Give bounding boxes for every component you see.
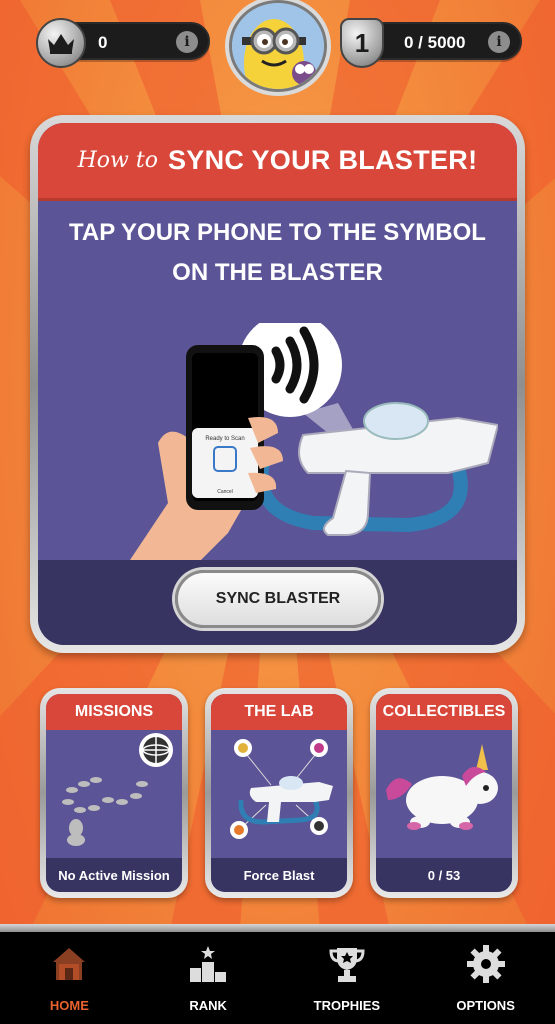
crown-icon	[36, 18, 86, 68]
nav-home[interactable]: HOME	[0, 932, 139, 1024]
rank-info-icon[interactable]: i	[488, 31, 510, 53]
rank-level: 1	[354, 27, 370, 58]
missions-card-title: MISSIONS	[46, 694, 182, 730]
nav-options[interactable]: OPTIONS	[416, 932, 555, 1024]
missions-card[interactable]: MISSIONS No Active Mission	[40, 688, 188, 898]
sync-card-title-prefix: How to	[77, 148, 158, 173]
nav-divider	[0, 924, 555, 932]
the-lab-card-status: Force Blast	[211, 858, 347, 892]
avatar[interactable]	[229, 0, 327, 92]
blaster-icon	[254, 402, 498, 536]
sync-blaster-card: How to SYNC YOUR BLASTER! TAP YOUR PHONE…	[30, 115, 525, 653]
trophy-icon	[325, 942, 369, 986]
crowns-counter: 0 i	[36, 18, 210, 68]
rank-progress: 1 0 / 5000 i	[340, 18, 522, 68]
crowns-info-icon[interactable]: i	[176, 31, 198, 53]
sync-instruction: TAP YOUR PHONE TO THE SYMBOL ON THE BLAS…	[69, 219, 486, 286]
minion-avatar-icon	[232, 3, 324, 89]
sync-illustration: Ready to Scan Cancel	[128, 323, 498, 563]
shield-icon: 1	[340, 18, 384, 68]
nav-rank[interactable]: RANK	[139, 932, 278, 1024]
the-lab-card-title: THE LAB	[211, 694, 347, 730]
nav-home-label: HOME	[49, 998, 89, 1013]
globe-icon	[139, 733, 173, 767]
sync-card-title: SYNC YOUR BLASTER!	[167, 145, 478, 175]
missions-card-status: No Active Mission	[46, 858, 182, 892]
nav-options-label: OPTIONS	[456, 998, 515, 1013]
sync-blaster-button[interactable]: SYNC BLASTER	[175, 570, 381, 628]
nav-rank-label: RANK	[189, 998, 227, 1013]
nav-trophies[interactable]: TROPHIES	[278, 932, 417, 1024]
gear-icon	[464, 942, 508, 986]
sync-card-header: How to SYNC YOUR BLASTER!	[38, 123, 517, 201]
phone-prompt: Ready to Scan	[205, 436, 244, 442]
collectibles-card-count: 0 / 53	[376, 858, 512, 892]
collectibles-card[interactable]: COLLECTIBLES 0 / 53	[370, 688, 518, 898]
the-lab-card[interactable]: THE LAB Force Blast	[205, 688, 353, 898]
nav-trophies-label: TROPHIES	[313, 998, 381, 1013]
house-icon	[47, 942, 91, 986]
missions-art	[62, 733, 173, 846]
bottom-nav: HOME RANK TROPHIES OPTIONS	[0, 932, 555, 1024]
collectibles-card-title: COLLECTIBLES	[376, 694, 512, 730]
rank-progress-value: 0 / 5000	[404, 33, 466, 52]
lab-art	[230, 739, 333, 839]
podium-icon	[186, 942, 230, 986]
crowns-value: 0	[98, 33, 108, 52]
phone-cancel: Cancel	[217, 489, 233, 495]
unicorn-icon	[386, 744, 498, 830]
